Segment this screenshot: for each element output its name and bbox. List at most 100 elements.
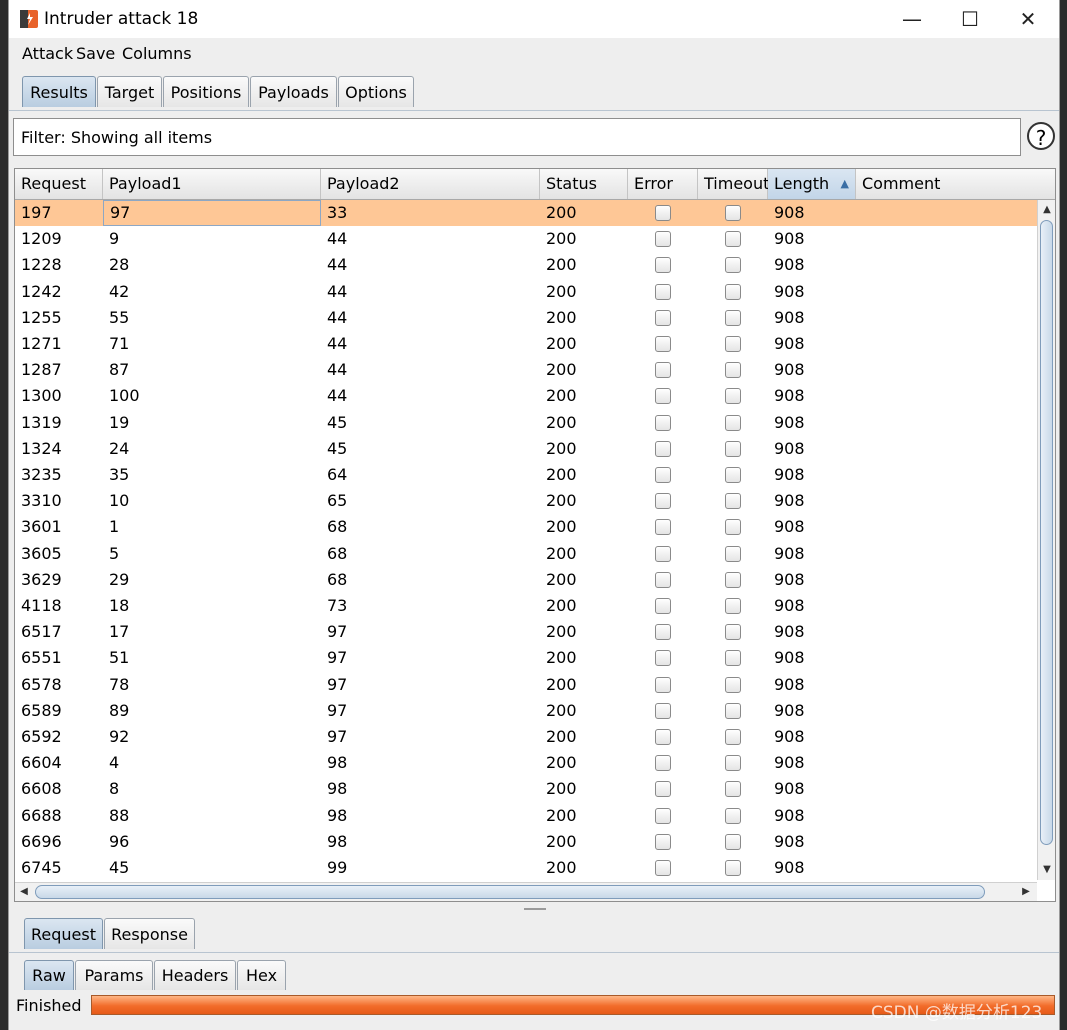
table-row[interactable]: 3235 35 64 200 908	[15, 462, 1037, 488]
table-row[interactable]: 3601 1 68 200 908	[15, 514, 1037, 540]
col-payload1[interactable]: Payload1	[103, 169, 321, 199]
timeout-checkbox	[725, 493, 741, 510]
tab-response[interactable]: Response	[104, 918, 195, 949]
cell-status: 200	[546, 831, 577, 851]
cell-request: 1324	[21, 438, 62, 458]
filter-bar[interactable]: Filter: Showing all items	[13, 118, 1021, 156]
detail-tabs: Request Response	[9, 912, 1059, 953]
cell-payload1: 28	[109, 255, 130, 275]
cell-payload1: 24	[109, 438, 130, 458]
error-checkbox	[655, 519, 671, 536]
tab-options[interactable]: Options	[338, 76, 414, 107]
table-row[interactable]: 4118 18 73 200 908	[15, 593, 1037, 619]
tab-request[interactable]: Request	[24, 918, 103, 949]
cell-payload1: 45	[109, 858, 130, 877]
tab-headers[interactable]: Headers	[154, 960, 236, 990]
tab-results[interactable]: Results	[22, 76, 96, 107]
table-row[interactable]: 6608 8 98 200 908	[15, 776, 1037, 802]
menu-attack[interactable]: Attack	[22, 44, 73, 63]
timeout-checkbox	[725, 545, 741, 562]
close-button[interactable]: ✕	[999, 0, 1057, 38]
col-error[interactable]: Error	[628, 169, 698, 199]
cell-length: 908	[774, 543, 805, 563]
cell-length: 908	[774, 438, 805, 458]
error-checkbox	[655, 860, 671, 876]
table-row[interactable]: 6592 92 97 200 908	[15, 724, 1037, 750]
cell-payload2: 33	[327, 203, 348, 222]
cell-status: 200	[546, 465, 577, 484]
menu-save[interactable]: Save	[76, 44, 115, 63]
cell-request: 6551	[21, 648, 62, 668]
minimize-button[interactable]: —	[883, 0, 941, 38]
cell-status: 200	[546, 307, 577, 327]
table-row[interactable]: 3310 10 65 200 908	[15, 488, 1037, 514]
timeout-checkbox	[725, 440, 741, 457]
table-row[interactable]: 1255 55 44 200 908	[15, 305, 1037, 331]
horizontal-scroll-thumb[interactable]	[35, 885, 985, 899]
scroll-right-icon[interactable]: ▶	[1019, 884, 1033, 900]
col-payload2[interactable]: Payload2	[321, 169, 540, 199]
col-length[interactable]: Length ▲	[768, 169, 856, 199]
cell-status: 200	[546, 229, 577, 249]
tab-positions[interactable]: Positions	[163, 76, 249, 107]
error-checkbox	[655, 755, 671, 772]
tab-payloads[interactable]: Payloads	[250, 76, 337, 107]
cell-request: 3629	[21, 569, 62, 589]
cell-length: 908	[774, 674, 805, 694]
tab-raw[interactable]: Raw	[24, 960, 74, 990]
cell-payload2: 45	[327, 412, 348, 432]
error-checkbox	[655, 309, 671, 326]
table-row[interactable]: 6589 89 97 200 908	[15, 698, 1037, 724]
col-comment[interactable]: Comment	[856, 169, 1055, 199]
tab-params[interactable]: Params	[75, 960, 153, 990]
cell-payload1: 92	[109, 727, 130, 746]
table-row[interactable]: 3629 29 68 200 908	[15, 567, 1037, 593]
table-row[interactable]: 6604 4 98 200 908	[15, 750, 1037, 776]
intruder-window: Intruder attack 18 — ☐ ✕ Attack Save Col…	[8, 0, 1060, 1030]
cell-length: 908	[774, 622, 805, 642]
table-row[interactable]: 1242 42 44 200 908	[15, 279, 1037, 305]
table-row[interactable]: 6517 17 97 200 908	[15, 619, 1037, 645]
tab-hex[interactable]: Hex	[237, 960, 286, 990]
scroll-up-icon[interactable]: ▲	[1038, 202, 1055, 218]
cell-payload1: 71	[109, 334, 130, 353]
table-row[interactable]: 6551 51 97 200 908	[15, 645, 1037, 671]
vertical-scroll-thumb[interactable]	[1040, 220, 1053, 845]
scroll-down-icon[interactable]: ▼	[1038, 862, 1055, 878]
cell-payload2: 64	[327, 465, 348, 484]
table-row[interactable]: 1209 9 44 200 908	[15, 226, 1037, 252]
table-row[interactable]: 6688 88 98 200 908	[15, 803, 1037, 829]
table-row[interactable]: 1228 28 44 200 908	[15, 252, 1037, 278]
tab-target[interactable]: Target	[97, 76, 162, 107]
table-row[interactable]: 6696 96 98 200 908	[15, 829, 1037, 855]
scroll-left-icon[interactable]: ◀	[17, 884, 31, 900]
menu-columns[interactable]: Columns	[122, 44, 192, 63]
help-icon[interactable]: ?	[1027, 122, 1055, 150]
table-row[interactable]: 1287 87 44 200 908	[15, 357, 1037, 383]
col-length-label: Length	[774, 174, 830, 193]
cell-payload2: 65	[327, 491, 348, 511]
error-checkbox	[655, 493, 671, 510]
table-row[interactable]: 197 97 33 200 908	[15, 200, 1037, 227]
col-request[interactable]: Request	[15, 169, 103, 199]
error-checkbox	[655, 388, 671, 405]
cell-payload2: 98	[327, 805, 348, 825]
table-row[interactable]: 1324 24 45 200 908	[15, 436, 1037, 462]
cell-payload1: 100	[109, 386, 140, 406]
table-row[interactable]: 6745 45 99 200 908	[15, 855, 1037, 880]
horizontal-scrollbar[interactable]: ◀ ▶	[15, 882, 1037, 901]
table-row[interactable]: 1300 100 44 200 908	[15, 383, 1037, 409]
timeout-checkbox	[725, 283, 741, 300]
table-row[interactable]: 1319 19 45 200 908	[15, 410, 1037, 436]
status-label: Finished	[16, 996, 82, 1015]
col-status[interactable]: Status	[540, 169, 628, 199]
table-row[interactable]: 1271 71 44 200 908	[15, 331, 1037, 357]
vertical-scrollbar[interactable]: ▲ ▼	[1037, 200, 1055, 880]
table-row[interactable]: 6578 78 97 200 908	[15, 672, 1037, 698]
maximize-button[interactable]: ☐	[941, 0, 999, 38]
table-row[interactable]: 3605 5 68 200 908	[15, 541, 1037, 567]
col-timeout[interactable]: Timeout	[698, 169, 769, 199]
cell-status: 200	[546, 203, 577, 222]
cell-payload2: 44	[327, 360, 348, 380]
timeout-checkbox	[725, 388, 741, 405]
